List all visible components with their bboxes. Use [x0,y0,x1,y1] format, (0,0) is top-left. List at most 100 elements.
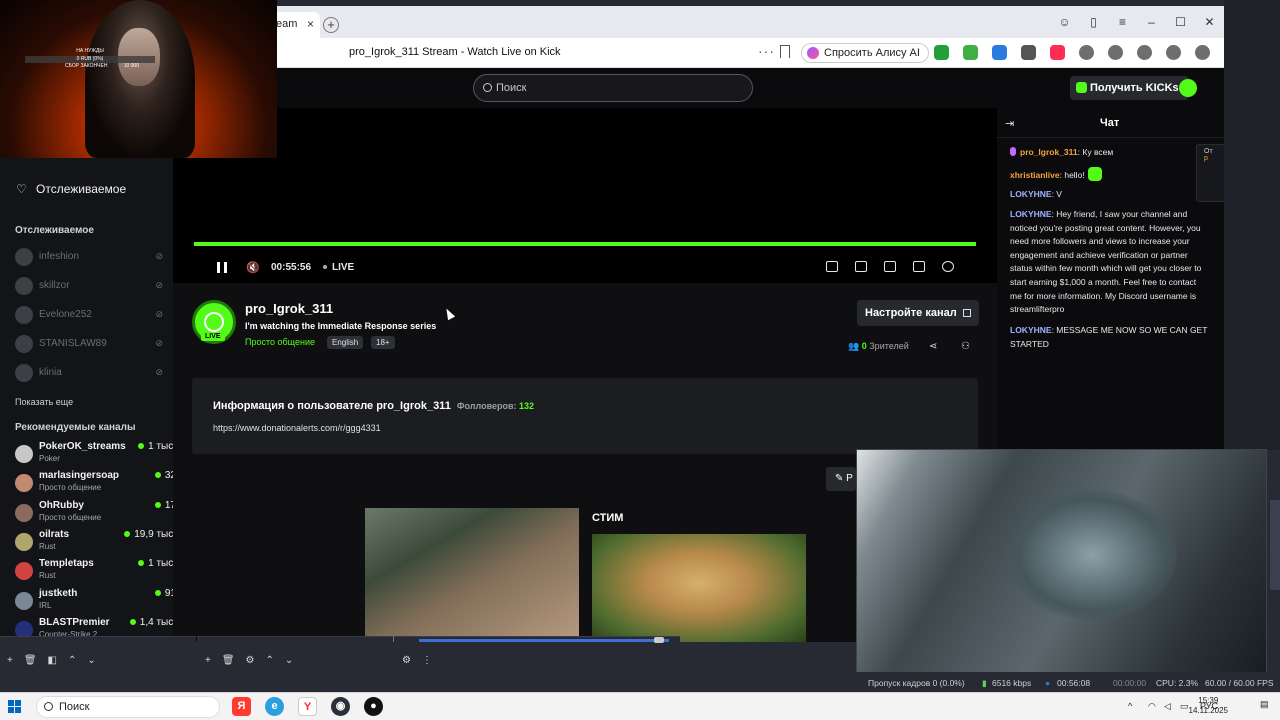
clock[interactable]: 15:39 14.11.2025 [1189,696,1228,716]
extension-icon[interactable] [934,45,949,60]
source-down-icon[interactable]: ⌄ [285,655,293,666]
add-source-icon[interactable]: + [205,655,211,666]
recommended-item[interactable]: marlasingersoapПросто общение 32 [15,469,173,497]
yandex-browser-icon[interactable]: Y [298,697,317,716]
chat-message[interactable]: LOKYHNE: Hey friend, I saw your channel … [1010,208,1208,317]
stream-category[interactable]: Просто общение [245,337,315,347]
channel-name[interactable]: pro_Igrok_311 [245,301,333,316]
tab-close-icon[interactable]: × [307,17,314,31]
pause-button[interactable] [217,262,227,273]
extension-icon[interactable] [1137,45,1152,60]
close-window-button[interactable]: ✕ [1195,15,1224,29]
obs-icon[interactable]: ◉ [331,697,350,716]
setup-channel-button[interactable]: Настройте канал [857,300,979,326]
following-item[interactable]: klinia ⊘ [15,362,165,384]
extension-icon[interactable] [1166,45,1181,60]
bookmark-icon[interactable] [780,45,790,58]
battery-icon[interactable]: ▭ [1180,701,1189,712]
chat-username[interactable]: xhristianlive [1010,170,1060,180]
edge-icon[interactable]: e [265,697,284,716]
theater-mode-icon[interactable] [884,261,896,272]
chat-username[interactable]: LOKYHNE [1010,325,1052,335]
sources-buttons: + 🗑 ⚙ ⌃ ⌄ [205,655,293,666]
source-up-icon[interactable]: ⌃ [266,655,274,666]
delete-source-icon[interactable]: 🗑 [222,655,235,666]
edit-panels-button[interactable]: ✎ Р [826,467,856,491]
wifi-icon[interactable]: ◠ [1148,701,1156,712]
live-label[interactable]: LIVE [323,262,354,273]
chat-username[interactable]: LOKYHNE [1010,209,1052,219]
source-settings-icon[interactable]: ⚙ [246,655,255,666]
taskbar-search[interactable]: Поиск [36,696,220,718]
recommended-item[interactable]: justkethIRL 91 [15,587,173,615]
chat-message[interactable]: xhristianlive: hello! [1010,167,1208,183]
panel-image-tree[interactable] [365,508,579,642]
extension-icon[interactable] [1050,45,1065,60]
maximize-button[interactable]: ☐ [1166,15,1195,29]
recommended-item[interactable]: OhRubbyПросто общение 17 [15,499,173,527]
channel-name: Templetaps [39,558,94,570]
menu-icon[interactable]: ≡ [1108,15,1137,29]
mixer-menu-icon[interactable]: ⋮ [422,655,432,666]
user-settings-icon[interactable]: ⚇ [961,341,970,352]
extension-icon[interactable] [992,45,1007,60]
mute-icon[interactable]: 🔇 [246,261,260,274]
clip-icon[interactable] [855,261,867,272]
recommended-item[interactable]: TempletapsRust 1 тыс. [15,557,173,585]
extension-icon[interactable] [1079,45,1094,60]
following-item[interactable]: skillzor ⊘ [15,275,165,297]
notifications-icon[interactable]: ▤ [1260,699,1269,710]
collapse-chat-icon[interactable]: ⇥ [1005,117,1014,130]
add-icon[interactable]: + [7,655,13,666]
tag-language[interactable]: English [327,336,364,349]
tag-age[interactable]: 18+ [371,336,395,349]
recommended-item[interactable]: oilrats Rust 19,9 тыс. [15,528,173,556]
extension-icon[interactable] [1021,45,1036,60]
profile-icon[interactable]: ☺ [1050,15,1079,29]
following-item[interactable]: Evelone252 ⊘ [15,304,165,326]
app-icon[interactable]: ● [364,697,383,716]
volume-slider[interactable] [654,637,664,643]
yandex-icon[interactable]: Я [232,697,251,716]
donation-link[interactable]: https://www.donationalerts.com/r/ggg4331 [213,423,381,433]
filter-icon[interactable]: ◧ [48,655,57,666]
video-player[interactable]: 🔇 00:55:56 LIVE [173,108,997,283]
user-avatar[interactable] [1179,79,1197,97]
chat-username[interactable]: LOKYHNE [1010,189,1052,199]
extension-icon[interactable] [963,45,978,60]
down-icon[interactable]: ⌄ [87,655,95,666]
show-more-link[interactable]: Показать еще [15,397,73,407]
fullscreen-icon[interactable] [913,261,925,272]
more-icon[interactable]: ··· [758,43,775,59]
chat-username[interactable]: pro_Igrok_311 [1020,147,1078,157]
minimize-button[interactable]: – [1137,15,1166,29]
get-kicks-button[interactable]: Получить KICKs [1070,76,1189,100]
chat-message[interactable]: LOKYHNE: MESSAGE ME NOW SO WE CAN GET ST… [1010,324,1208,351]
panel-image-leopard[interactable] [592,534,806,642]
windows-start-icon[interactable] [8,700,21,713]
delete-icon[interactable]: 🗑 [24,655,37,666]
channel-avatar [15,364,33,382]
volume-icon[interactable]: ◁ [1164,701,1171,712]
new-tab-button[interactable]: + [323,17,339,33]
share-icon[interactable]: ⋖ [929,341,937,352]
obs-scrollbar[interactable] [1270,500,1280,590]
alice-button[interactable]: Спросить Алису AI [801,43,929,63]
search-input[interactable]: Поиск [473,74,753,102]
recommended-item[interactable]: PokerOK_streams Poker 1 тыс. [15,440,173,468]
tray-chevron-icon[interactable]: ^ [1128,701,1132,711]
collections-icon[interactable]: ▯ [1079,15,1108,29]
chat-message[interactable]: LOKYHNE: V [1010,188,1208,202]
up-icon[interactable]: ⌃ [68,655,76,666]
following-item[interactable]: STANISLAW89 ⊘ [15,333,165,355]
pinned-message[interactable]: От р [1196,144,1224,202]
extension-icon[interactable] [1195,45,1210,60]
miniplayer-icon[interactable] [826,261,838,272]
settings-gear-icon[interactable] [942,261,954,272]
mixer-settings-icon[interactable]: ⚙ [402,655,411,666]
chat-message[interactable]: pro_Igrok_311: Ку всем [1010,146,1208,160]
following-nav-link[interactable]: ♡ Отслеживаемое [16,182,126,196]
extension-icon[interactable] [1108,45,1123,60]
progress-bar[interactable] [194,242,976,246]
following-item[interactable]: infeshion ⊘ [15,246,165,268]
